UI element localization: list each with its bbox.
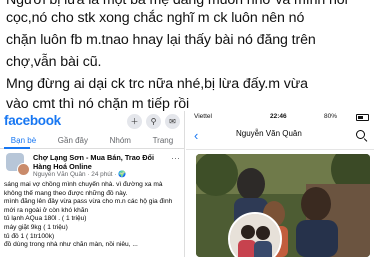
back-arrow-icon[interactable]: ‹	[194, 128, 198, 143]
tab-trang[interactable]: Trang	[153, 136, 174, 145]
tab-nhom[interactable]: Nhóm	[110, 136, 131, 145]
battery-icon	[356, 114, 369, 121]
fb-tabs: Bạn bè Gần đây Nhóm Trang	[0, 132, 184, 149]
caption-line-1: Người bị lừa là một bà mẹ đang muốn nhờ …	[6, 0, 348, 8]
more-options-icon[interactable]: ···	[171, 153, 180, 163]
facebook-logo[interactable]: facebook	[4, 113, 61, 128]
post-header: Chợ Lạng Sơn - Mua Bán, Trao Đổi Hàng Ho…	[0, 149, 184, 178]
post-author-meta[interactable]: Nguyễn Văn Quân · 24 phút · 🌍	[33, 170, 126, 178]
battery-percent: 80%	[324, 113, 338, 120]
status-time: 22:46	[270, 113, 287, 120]
status-bar: Viettel 22:46 80%	[186, 111, 374, 123]
search-icon[interactable]	[356, 130, 365, 139]
cover-photo-image	[196, 154, 370, 257]
tab-ban-be[interactable]: Bạn bè	[11, 136, 36, 145]
profile-avatar[interactable]	[228, 212, 282, 257]
post-body: sáng mai vợ chồng mình chuyển nhà. vì đư…	[4, 181, 180, 250]
post-line: tủ đồ 1 ( 1tr100k)	[4, 232, 55, 240]
tab-gan-day[interactable]: Gần đây	[58, 136, 88, 145]
messenger-icon[interactable]: ✉	[165, 114, 180, 129]
caption-line-2: cọc,nó cho stk xong chắc nghĩ m ck luôn …	[6, 10, 305, 26]
post-line: không thể mang theo được những đồ này.	[4, 189, 128, 197]
post-line: mới ra ngoài ở còn khó khăn	[4, 206, 89, 214]
post-line: tủ lạnh AQua 180l . ( 1 triệu)	[4, 215, 87, 223]
search-icon[interactable]: ⚲	[146, 114, 161, 129]
author-avatar[interactable]	[17, 163, 30, 176]
post-line: đồ dùng trong nhà như chăn màn, nồi niêu…	[4, 241, 138, 249]
post-line: mình đăng lên đây vừa pass vừa cho m.n c…	[4, 198, 173, 206]
post-line: sáng mai vợ chồng mình chuyển nhà. vì đư…	[4, 181, 163, 188]
carrier-label: Viettel	[194, 113, 212, 120]
caption: Người bị lừa là một bà mẹ đang muốn nhờ …	[0, 0, 374, 112]
profile-header: ‹ Nguyễn Văn Quân	[186, 123, 374, 150]
caption-line-6: vào cmt thì nó chặn m tiếp rồi	[6, 96, 190, 112]
fb-header: facebook ＋ ⚲ ✉	[0, 111, 184, 133]
cover-photo[interactable]	[196, 154, 370, 257]
caption-line-3: chặn luôn fb m.tnao hnay lại thấy bài nó…	[6, 32, 316, 48]
plus-icon[interactable]: ＋	[127, 114, 142, 129]
profile-screenshot: Viettel 22:46 80% ‹ Nguyễn Văn Quân	[186, 111, 374, 257]
caption-line-4: chợ,vẫn bài cũ.	[6, 54, 102, 70]
post-line: máy giặt 9kg ( 1 triệu)	[4, 223, 68, 231]
caption-line-5: Mng đừng ai dại ck trc nữa nhé,bị lừa đấ…	[6, 76, 308, 92]
profile-name: Nguyễn Văn Quân	[236, 129, 302, 138]
profile-avatar-image	[230, 214, 280, 257]
group-name[interactable]: Chợ Lạng Sơn - Mua Bán, Trao Đổi Hàng Ho…	[33, 153, 168, 171]
facebook-screenshot: facebook ＋ ⚲ ✉ Bạn bè Gần đây Nhóm Trang…	[0, 111, 185, 257]
